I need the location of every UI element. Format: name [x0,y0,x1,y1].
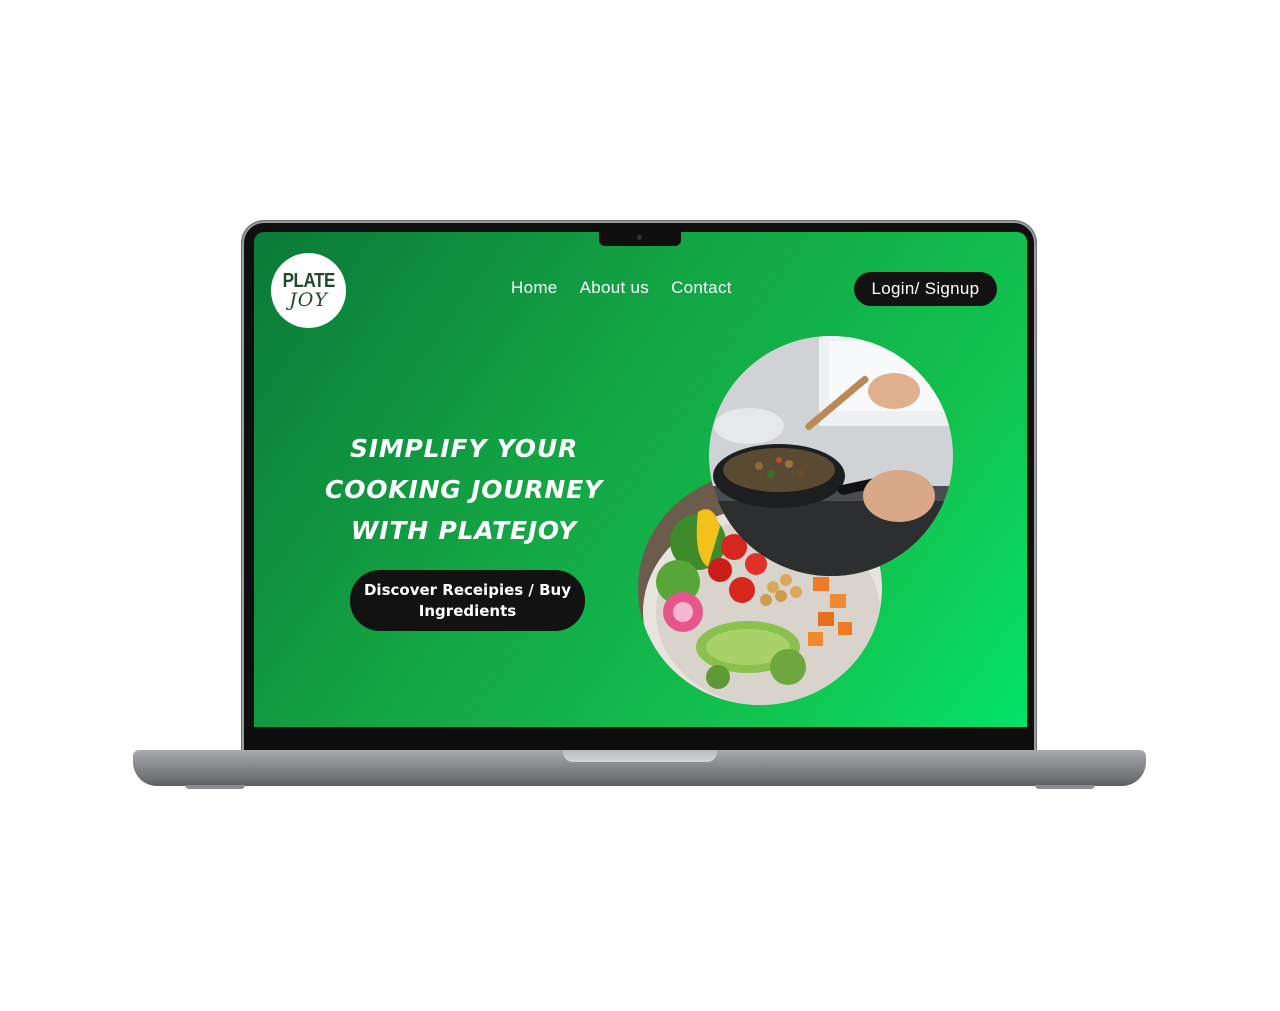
camera-notch [599,230,681,246]
logo-text-plate: PLATE [282,269,335,292]
logo-text-joy: JOY [289,288,328,311]
nav-contact[interactable]: Contact [671,278,732,298]
nav-home[interactable]: Home [511,278,558,298]
discover-recipes-button[interactable]: Discover Receipies / Buy Ingredients [350,570,585,631]
hero-headline-line-1: SIMPLIFY YOUR [349,434,579,463]
laptop-screen: PLATE JOY Home About us Contact Login/ S… [254,232,1027,727]
hero-headline-line-2: COOKING JOURNEY [325,475,603,504]
laptop-foot-right [1035,785,1095,789]
hero-headline-line-3: WITH PLATEJOY [350,516,578,545]
cooking-pan-image [709,336,953,576]
login-signup-button[interactable]: Login/ Signup [854,272,997,306]
main-nav: Home About us Contact [511,278,732,298]
mockup-stage: PLATE JOY Home About us Contact Login/ S… [0,0,1280,1011]
platejoy-logo[interactable]: PLATE JOY [271,253,346,328]
camera-dot [637,235,642,240]
hero-headline: SIMPLIFY YOUR COOKING JOURNEY WITH PLATE… [294,428,634,551]
laptop-foot-left [185,785,245,789]
nav-about-us[interactable]: About us [580,278,650,298]
laptop-opening-lip [563,750,717,762]
bottom-bezel [244,727,1034,751]
